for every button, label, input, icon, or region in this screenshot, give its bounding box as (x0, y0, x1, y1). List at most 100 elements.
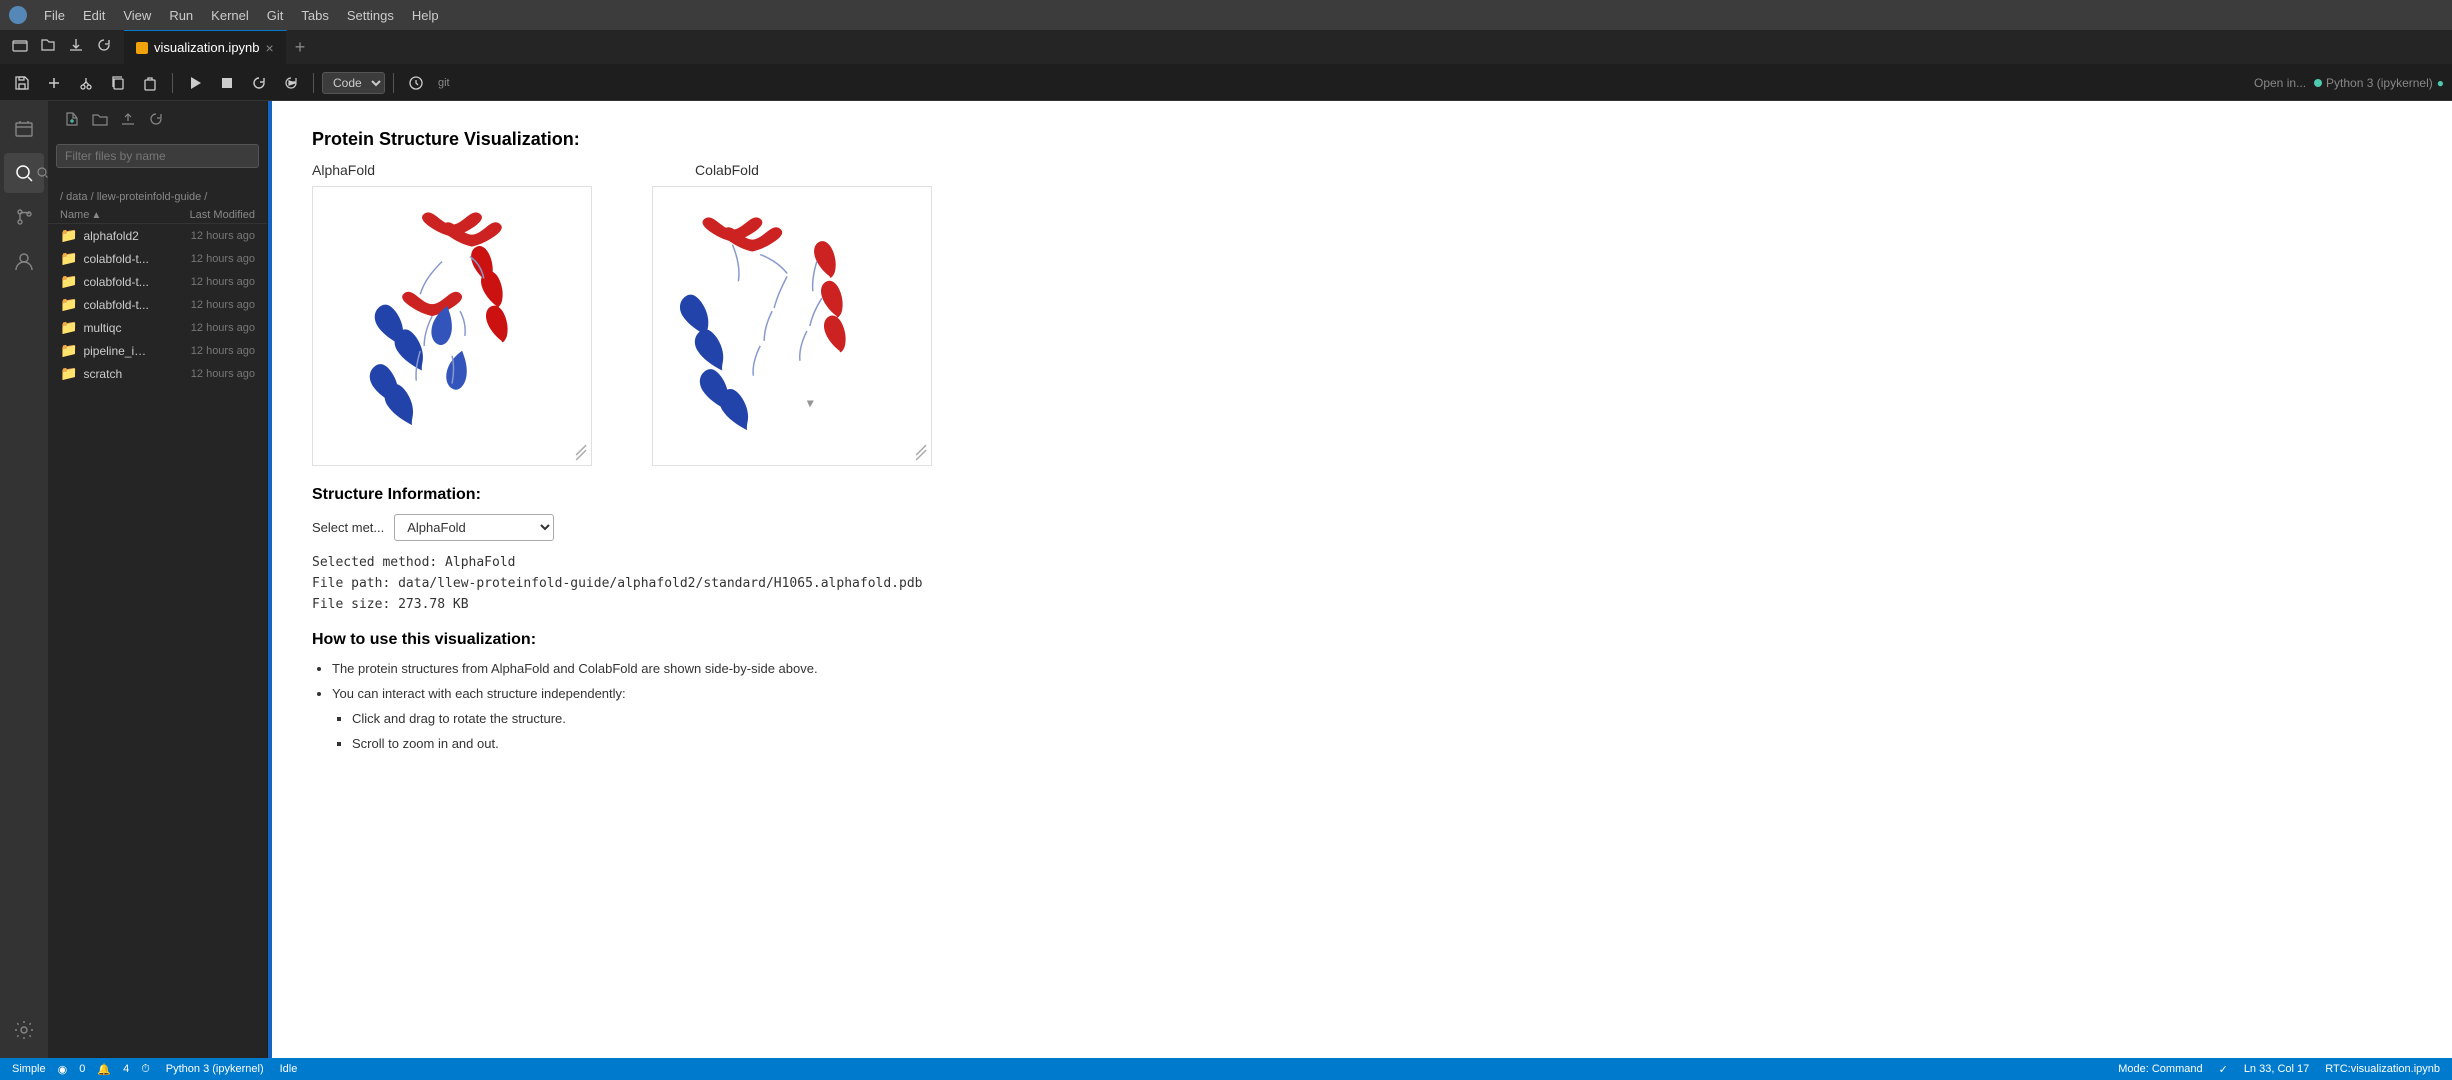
folder-icon: 📁 (60, 273, 77, 290)
activity-bar (0, 101, 48, 1058)
breadcrumb: / data / llew-proteinfold-guide / (48, 187, 267, 207)
restart-run-button[interactable] (277, 72, 305, 94)
alphafold-viewer[interactable] (312, 186, 592, 466)
stop-button[interactable] (213, 72, 241, 94)
file-modified: 12 hours ago (155, 276, 255, 288)
new-folder-sidebar-button[interactable] (88, 109, 112, 132)
folder-icon: 📁 (60, 319, 77, 336)
upload-button[interactable] (116, 109, 140, 132)
file-item-colabfold-1[interactable]: 📁 colabfold-t... 12 hours ago (48, 247, 267, 270)
bullet-1: The protein structures from AlphaFold an… (332, 659, 1332, 680)
status-count-1: 0 (79, 1063, 85, 1075)
copy-button[interactable] (104, 72, 132, 94)
status-rtc: RTC:visualization.ipynb (2325, 1063, 2440, 1075)
file-name: colabfold-t... (83, 252, 149, 266)
cell-type-select[interactable]: Code (322, 72, 385, 94)
kernel-indicator: ● (2437, 76, 2444, 90)
menu-settings[interactable]: Settings (339, 6, 402, 25)
sub-bullet-2: Scroll to zoom in and out. (352, 734, 1332, 755)
file-name: colabfold-t... (83, 298, 149, 312)
open-in-label[interactable]: Open in... (2254, 76, 2306, 90)
menu-file[interactable]: File (36, 6, 73, 25)
status-simple: Simple (12, 1063, 46, 1075)
new-folder-button[interactable] (8, 35, 32, 60)
sidebar-header (48, 101, 267, 140)
bullet-2: You can interact with each structure ind… (332, 684, 1332, 754)
status-right: Mode: Command ✓ Ln 33, Col 17 RTC:visual… (2118, 1063, 2440, 1076)
folder-icon: 📁 (60, 342, 77, 359)
file-name: multiqc (83, 321, 149, 335)
new-file-button[interactable] (60, 109, 84, 132)
menu-view[interactable]: View (115, 6, 159, 25)
status-timer: ⏱ (141, 1063, 150, 1076)
status-idle: Idle (280, 1063, 298, 1075)
refresh-button[interactable] (92, 35, 116, 60)
filter-input[interactable] (56, 144, 259, 168)
file-item-scratch[interactable]: 📁 scratch 12 hours ago (48, 362, 267, 385)
activity-explorer[interactable] (4, 109, 44, 149)
git-status: git (438, 77, 450, 89)
paste-button[interactable] (136, 72, 164, 94)
file-item-pipeline[interactable]: 📁 pipeline_in... 12 hours ago (48, 339, 267, 362)
sidebar-actions (60, 109, 168, 132)
menu-git[interactable]: Git (259, 6, 292, 25)
activity-git[interactable] (4, 197, 44, 237)
sub-bullet-1: Click and drag to rotate the structure. (352, 709, 1332, 730)
select-label: Select met... (312, 520, 384, 535)
notebook-content: Protein Structure Visualization: AlphaFo… (272, 101, 1372, 787)
cell-output-viz: Protein Structure Visualization: AlphaFo… (312, 121, 1332, 767)
activity-search[interactable] (4, 153, 44, 193)
activity-settings[interactable] (4, 1010, 44, 1050)
file-list: 📁 alphafold2 12 hours ago 📁 colabfold-t.… (48, 224, 267, 1058)
file-item-multiqc[interactable]: 📁 multiqc 12 hours ago (48, 316, 267, 339)
notebook-toolbar: Code git Open in... Python 3 (ipykernel)… (0, 65, 2452, 101)
clock-button[interactable] (402, 72, 430, 94)
insert-cell-button[interactable] (40, 72, 68, 94)
status-check: ✓ (2219, 1063, 2228, 1076)
activity-users[interactable] (4, 241, 44, 281)
notebook-area[interactable]: Protein Structure Visualization: AlphaFo… (272, 101, 2452, 1058)
tab-add-button[interactable]: + (287, 37, 314, 58)
method-select[interactable]: AlphaFold ColabFold (394, 514, 554, 541)
output-labels: AlphaFold ColabFold (312, 162, 1332, 178)
file-modified: 12 hours ago (155, 322, 255, 334)
file-item-colabfold-3[interactable]: 📁 colabfold-t... 12 hours ago (48, 293, 267, 316)
folder-icon: 📁 (60, 365, 77, 382)
file-item-alphafold2[interactable]: 📁 alphafold2 12 hours ago (48, 224, 267, 247)
how-to-title: How to use this visualization: (312, 631, 1332, 649)
tab-bar: visualization.ipynb × + (0, 30, 2452, 65)
download-button[interactable] (64, 35, 88, 60)
column-modified[interactable]: Last Modified (155, 209, 255, 221)
menu-edit[interactable]: Edit (75, 6, 113, 25)
restart-button[interactable] (245, 72, 273, 94)
menu-run[interactable]: Run (161, 6, 201, 25)
status-kernel: Python 3 (ipykernel) (166, 1063, 264, 1075)
menu-kernel[interactable]: Kernel (203, 6, 257, 25)
file-item-colabfold-2[interactable]: 📁 colabfold-t... 12 hours ago (48, 270, 267, 293)
status-position: Ln 33, Col 17 (2244, 1063, 2309, 1075)
column-name-sort[interactable]: Name ▲ (60, 209, 155, 221)
colabfold-viewer[interactable] (652, 186, 932, 466)
file-modified: 12 hours ago (155, 368, 255, 380)
kernel-dot (2314, 79, 2322, 87)
run-cell-button[interactable] (181, 72, 209, 94)
kernel-status: Python 3 (ipykernel) ● (2314, 76, 2444, 90)
status-icon-1: ◉ (58, 1063, 68, 1076)
status-left: Simple ◉ 0 🔔 4 ⏱ (12, 1063, 150, 1076)
menu-bar: File Edit View Run Kernel Git Tabs Setti… (0, 0, 2452, 30)
file-name: alphafold2 (83, 229, 149, 243)
refresh-sidebar-button[interactable] (144, 109, 168, 132)
tab-close-button[interactable]: × (266, 40, 274, 56)
save-button[interactable] (8, 72, 36, 94)
sub-list: Click and drag to rotate the structure. … (332, 709, 1332, 755)
filter-bar (48, 140, 267, 187)
open-file-button[interactable] (36, 35, 60, 60)
menu-tabs[interactable]: Tabs (293, 6, 336, 25)
menu-help[interactable]: Help (404, 6, 447, 25)
status-bar: Simple ◉ 0 🔔 4 ⏱ Python 3 (ipykernel) Id… (0, 1058, 2452, 1080)
file-modified: 12 hours ago (155, 230, 255, 242)
file-name: colabfold-t... (83, 275, 149, 289)
tab-visualization[interactable]: visualization.ipynb × (124, 30, 287, 65)
cut-button[interactable] (72, 72, 100, 94)
folder-icon: 📁 (60, 296, 77, 313)
